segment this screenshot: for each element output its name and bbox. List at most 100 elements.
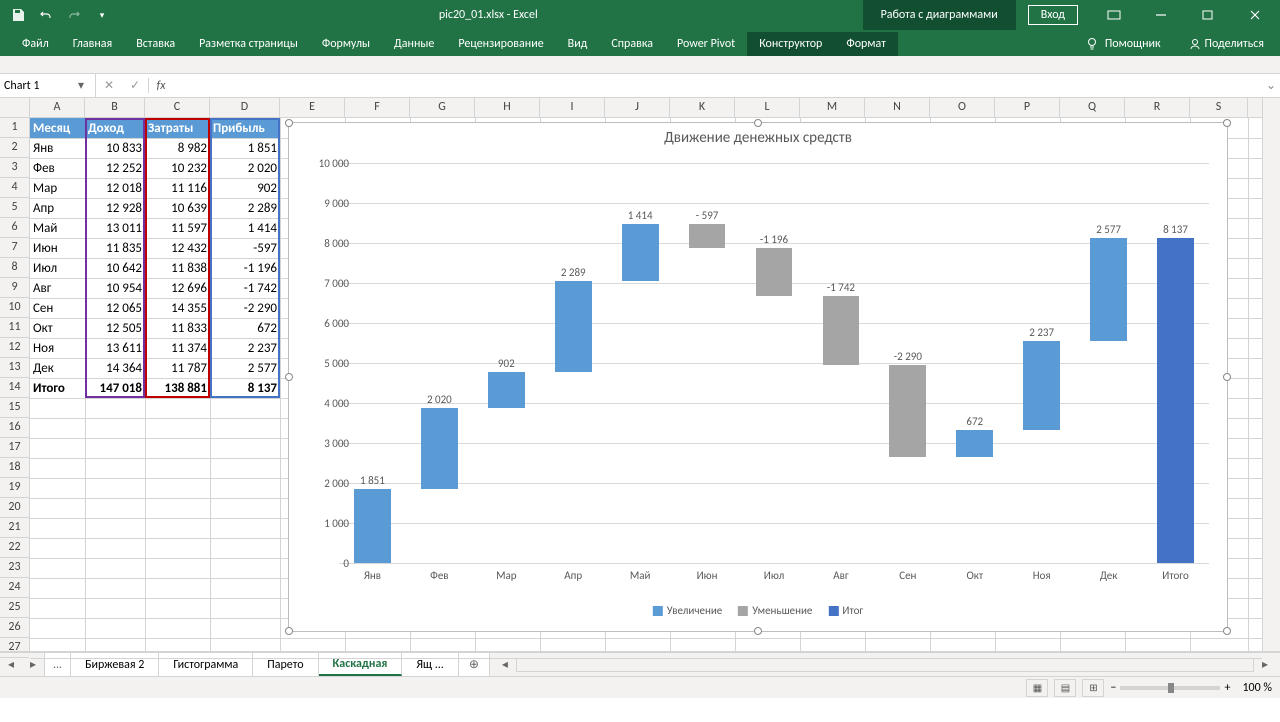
- col-header-C[interactable]: C: [145, 98, 210, 117]
- row-header-8[interactable]: 8: [0, 258, 29, 278]
- tell-me[interactable]: Помощник: [1073, 32, 1173, 56]
- cell-A6[interactable]: Май: [30, 218, 85, 238]
- zoom-out-icon[interactable]: −: [1110, 681, 1116, 695]
- row-header-12[interactable]: 12: [0, 338, 29, 358]
- row-header-15[interactable]: 15: [0, 398, 29, 418]
- cell-A5[interactable]: Апр: [30, 198, 85, 218]
- col-header-B[interactable]: B: [85, 98, 145, 117]
- col-header-D[interactable]: D: [210, 98, 280, 117]
- name-box[interactable]: ▾: [0, 74, 96, 97]
- new-sheet-button[interactable]: ⊕: [459, 653, 490, 676]
- col-header-P[interactable]: P: [995, 98, 1060, 117]
- col-header-S[interactable]: S: [1190, 98, 1248, 117]
- ribbon-tab-вид[interactable]: Вид: [556, 32, 600, 56]
- row-header-17[interactable]: 17: [0, 438, 29, 458]
- cell-A10[interactable]: Сен: [30, 298, 85, 318]
- bar-Сен[interactable]: [889, 365, 926, 457]
- row-header-6[interactable]: 6: [0, 218, 29, 238]
- chart-object[interactable]: Движение денежных средств1 851Янв2 020Фе…: [288, 122, 1228, 632]
- minimize-icon[interactable]: [1138, 0, 1184, 30]
- row-header-21[interactable]: 21: [0, 518, 29, 538]
- col-header-O[interactable]: O: [930, 98, 995, 117]
- col-header-E[interactable]: E: [280, 98, 345, 117]
- zoom-slider[interactable]: [1120, 686, 1220, 690]
- ribbon-tab-формулы[interactable]: Формулы: [310, 32, 382, 56]
- row-header-5[interactable]: 5: [0, 198, 29, 218]
- col-header-H[interactable]: H: [475, 98, 540, 117]
- row-header-13[interactable]: 13: [0, 358, 29, 378]
- sheet-next-icon[interactable]: ▸: [22, 657, 44, 672]
- bar-Янв[interactable]: [354, 489, 391, 563]
- bar-Итого[interactable]: [1157, 238, 1194, 563]
- cell-A1[interactable]: Месяц: [30, 118, 85, 138]
- share-button[interactable]: Поделиться: [1173, 32, 1280, 56]
- cell-A8[interactable]: Июл: [30, 258, 85, 278]
- sheet-tab-more[interactable]: ...: [45, 653, 71, 676]
- row-header-19[interactable]: 19: [0, 478, 29, 498]
- ribbon-tab-power-pivot[interactable]: Power Pivot: [665, 32, 747, 56]
- row-header-23[interactable]: 23: [0, 558, 29, 578]
- formula-expand-icon[interactable]: ⌄: [1262, 78, 1280, 93]
- sheet-tab-каскадная[interactable]: Каскадная: [319, 653, 403, 676]
- cell-A3[interactable]: Фев: [30, 158, 85, 178]
- qa-customize-icon[interactable]: ▾: [90, 3, 114, 27]
- row-header-1[interactable]: 1: [0, 118, 29, 138]
- row-header-7[interactable]: 7: [0, 238, 29, 258]
- horizontal-scrollbar[interactable]: ◂ ▸: [490, 653, 1280, 676]
- bar-Май[interactable]: [622, 224, 659, 281]
- sheet-tab-гистограмма[interactable]: Гистограмма: [159, 653, 253, 676]
- bar-Окт[interactable]: [956, 430, 993, 457]
- cell-A2[interactable]: Янв: [30, 138, 85, 158]
- row-header-25[interactable]: 25: [0, 598, 29, 618]
- ribbon-tab-файл[interactable]: Файл: [10, 32, 61, 56]
- col-header-J[interactable]: J: [605, 98, 670, 117]
- row-header-2[interactable]: 2: [0, 138, 29, 158]
- vertical-scrollbar[interactable]: [1262, 98, 1280, 651]
- sheet-tab-ящ-...[interactable]: Ящ ...: [402, 653, 458, 676]
- bar-Дек[interactable]: [1090, 238, 1127, 341]
- col-header-K[interactable]: K: [670, 98, 735, 117]
- cancel-formula-icon[interactable]: ✕: [96, 78, 122, 93]
- zoom-level[interactable]: 100 %: [1242, 681, 1272, 695]
- col-header-Q[interactable]: Q: [1060, 98, 1125, 117]
- normal-view-icon[interactable]: ▦: [1026, 679, 1048, 697]
- col-header-A[interactable]: A: [30, 98, 85, 117]
- ribbon-tab-рецензирование[interactable]: Рецензирование: [446, 32, 555, 56]
- ribbon-tab-вставка[interactable]: Вставка: [124, 32, 187, 56]
- hscroll-right-icon[interactable]: ▸: [1256, 657, 1274, 672]
- bar-Июл[interactable]: [756, 248, 793, 296]
- row-header-24[interactable]: 24: [0, 578, 29, 598]
- row-header-14[interactable]: 14: [0, 378, 29, 398]
- cell-A13[interactable]: Дек: [30, 358, 85, 378]
- ribbon-tab-данные[interactable]: Данные: [382, 32, 446, 56]
- cell-A11[interactable]: Окт: [30, 318, 85, 338]
- row-header-26[interactable]: 26: [0, 618, 29, 638]
- row-header-3[interactable]: 3: [0, 158, 29, 178]
- ribbon-tab-справка[interactable]: Справка: [599, 32, 665, 56]
- redo-icon[interactable]: [62, 3, 86, 27]
- sheet-prev-icon[interactable]: ◂: [0, 657, 22, 672]
- col-header-F[interactable]: F: [345, 98, 410, 117]
- close-icon[interactable]: [1232, 0, 1278, 30]
- page-layout-view-icon[interactable]: ▤: [1054, 679, 1076, 697]
- name-box-input[interactable]: [4, 79, 74, 93]
- bar-Мар[interactable]: [488, 372, 525, 408]
- chart-legend[interactable]: УвеличениеУменьшениеИтог: [653, 604, 863, 617]
- cell-A4[interactable]: Мар: [30, 178, 85, 198]
- ribbon-tab-формат[interactable]: Формат: [834, 32, 897, 56]
- col-header-R[interactable]: R: [1125, 98, 1190, 117]
- login-button[interactable]: Вход: [1028, 5, 1078, 25]
- sheet-tab-парето[interactable]: Парето: [253, 653, 318, 676]
- cells-area[interactable]: МесяцДоходЗатратыПрибыльЯнв10 8338 9821 …: [30, 118, 1262, 651]
- maximize-icon[interactable]: [1185, 0, 1231, 30]
- cell-A12[interactable]: Ноя: [30, 338, 85, 358]
- select-all-button[interactable]: [0, 98, 30, 118]
- col-header-G[interactable]: G: [410, 98, 475, 117]
- row-header-9[interactable]: 9: [0, 278, 29, 298]
- col-header-I[interactable]: I: [540, 98, 605, 117]
- undo-icon[interactable]: [34, 3, 58, 27]
- ribbon-tab-разметка-страницы[interactable]: Разметка страницы: [187, 32, 310, 56]
- ribbon-tab-конструктор[interactable]: Конструктор: [747, 32, 834, 56]
- cell-A7[interactable]: Июн: [30, 238, 85, 258]
- page-break-view-icon[interactable]: ⊞: [1082, 679, 1104, 697]
